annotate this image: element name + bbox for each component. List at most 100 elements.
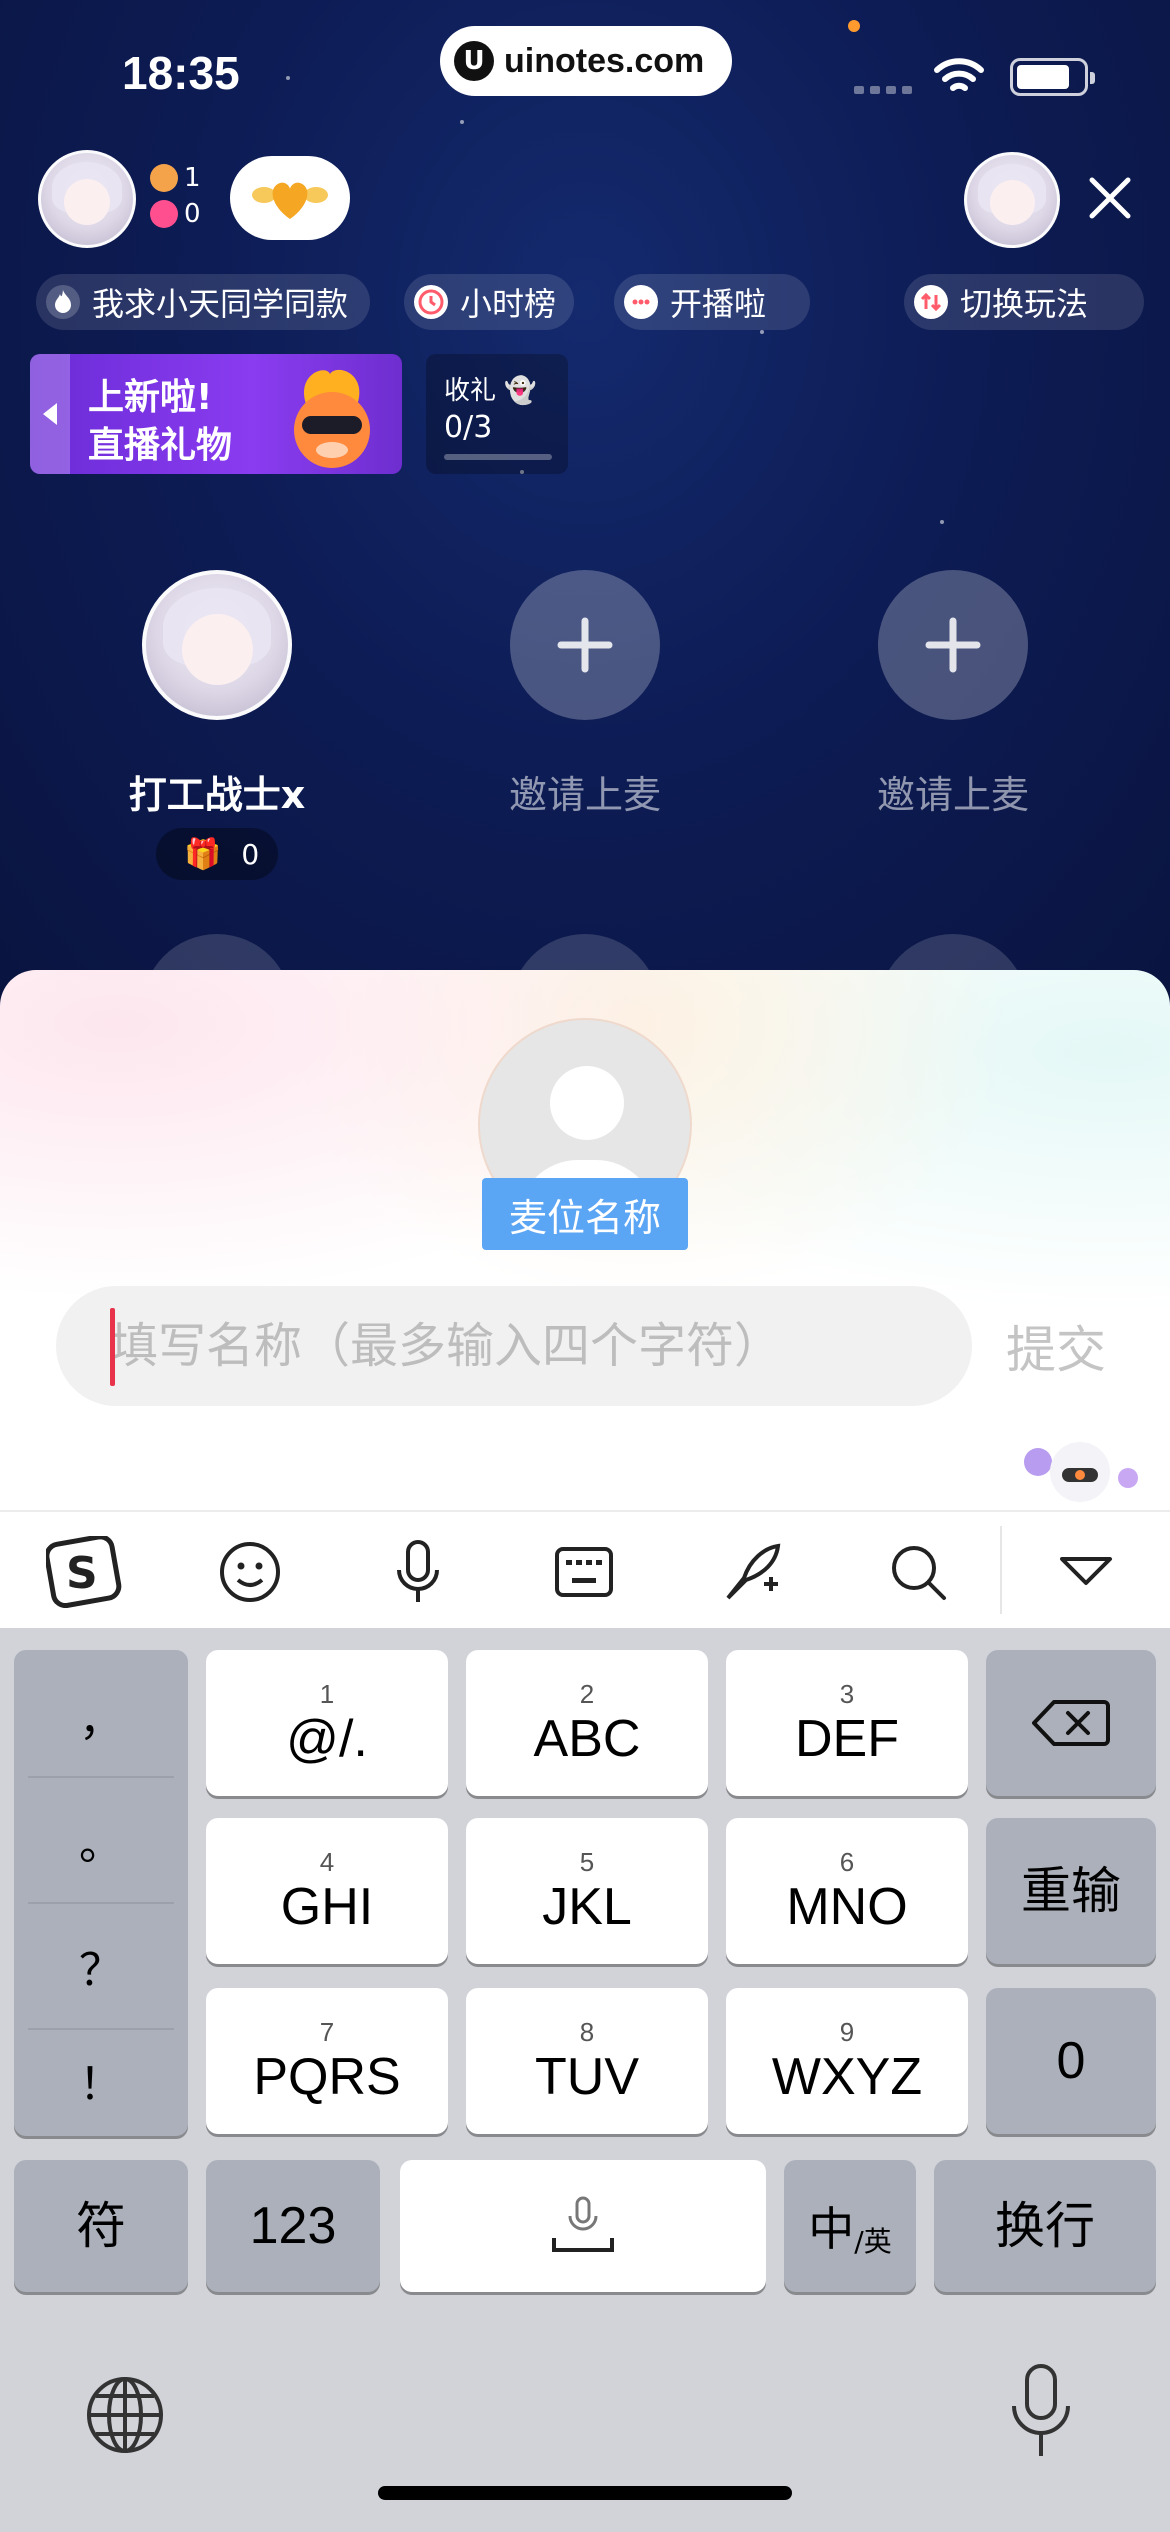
gift-icon: 🎁: [184, 836, 222, 872]
switch-mode-label: 切换玩法: [960, 285, 1089, 323]
seat-1-avatar[interactable]: [142, 570, 292, 720]
tag-went-live[interactable]: 开播啦: [614, 274, 810, 330]
seat-name-input[interactable]: [56, 1286, 972, 1406]
key-number: 6: [839, 1847, 855, 1877]
key-label: ABC: [533, 1710, 641, 1768]
voice-input-icon[interactable]: [380, 1534, 456, 1610]
like-count-value: 0: [184, 199, 201, 229]
sogou-logo-icon[interactable]: S: [46, 1534, 122, 1610]
key-label: @/.: [286, 1710, 368, 1768]
uinotes-logo-icon: U: [454, 41, 494, 81]
gift-task-card[interactable]: 收礼 👻 0/3: [426, 354, 568, 474]
key-label: 符: [76, 2197, 126, 2255]
punct-period-key[interactable]: 。: [14, 1780, 188, 1900]
switch-mode-button[interactable]: 切换玩法: [904, 274, 1144, 330]
like-count: 0: [150, 196, 201, 232]
heart-icon: [150, 200, 178, 228]
chevron-down-icon[interactable]: [1048, 1534, 1124, 1610]
handwriting-icon[interactable]: [714, 1534, 790, 1610]
divider: [28, 1902, 174, 1904]
support-heart-button[interactable]: [230, 156, 350, 240]
key-2[interactable]: 2 ABC: [466, 1650, 708, 1796]
audience-count: 1: [150, 160, 201, 196]
numbers-key[interactable]: 123: [206, 2160, 380, 2292]
collapse-arrow-icon[interactable]: [30, 354, 70, 474]
room-stats: 1 0: [150, 160, 201, 232]
seat-name-badge: 麦位名称: [482, 1178, 688, 1250]
punct-comma-key[interactable]: ，: [14, 1656, 188, 1776]
svg-text:S: S: [66, 1548, 98, 1599]
home-indicator: [378, 2486, 792, 2500]
key-number: 2: [579, 1679, 595, 1709]
key-number: 3: [839, 1679, 855, 1709]
key-label: JKL: [542, 1878, 632, 1936]
clock-icon: [414, 285, 448, 319]
viewer-avatar[interactable]: [964, 152, 1060, 248]
tag-hourly-rank-label: 小时榜: [460, 285, 557, 323]
host-avatar[interactable]: [38, 150, 136, 248]
punct-exclaim-key[interactable]: ！: [14, 2020, 188, 2140]
keyboard-switch-icon[interactable]: [546, 1534, 622, 1610]
status-time: 18:35: [122, 47, 240, 99]
key-label: WXYZ: [771, 2048, 923, 2106]
key-label: MNO: [786, 1878, 908, 1936]
winged-heart-icon: [252, 182, 328, 219]
submit-button[interactable]: 提交: [1006, 1310, 1106, 1382]
divider: [28, 1776, 174, 1778]
plus-icon: [557, 617, 613, 673]
key-9[interactable]: 9 WXYZ: [726, 1988, 968, 2134]
gift-task-progress-bar: [444, 454, 552, 460]
star-decoration: [940, 520, 944, 524]
space-key[interactable]: [400, 2160, 766, 2292]
key-label: 重输: [1021, 1862, 1121, 1920]
wifi-icon: [934, 58, 984, 91]
cellular-signal-icon: [854, 86, 912, 94]
t9-keyboard: ， 。 ？ ！ 1 @/. 2 ABC 3 DEF 4 GHI 5 JKL 6 …: [0, 1628, 1170, 2532]
key-3[interactable]: 3 DEF: [726, 1650, 968, 1796]
key-label: 换行: [995, 2197, 1095, 2255]
key-0[interactable]: 0: [986, 1988, 1156, 2134]
punct-question-key[interactable]: ？: [14, 1906, 188, 2026]
seat-name-sheet: 麦位名称 提交: [0, 970, 1170, 1510]
flame-mascot-icon: [294, 369, 370, 468]
gift-task-progress: 0/3: [444, 410, 493, 445]
promo-subtitle: 直播礼物: [88, 425, 233, 466]
newline-key[interactable]: 换行: [934, 2160, 1156, 2292]
invite-seat-2-button[interactable]: [510, 570, 660, 720]
key-6[interactable]: 6 MNO: [726, 1818, 968, 1964]
lang-sub-label: /英: [854, 2225, 892, 2258]
key-7[interactable]: 7 PQRS: [206, 1988, 448, 2134]
fire-icon: [46, 285, 80, 319]
lang-main-label: 中: [808, 2202, 855, 2256]
key-number: 7: [319, 2017, 335, 2047]
tag-hourly-rank[interactable]: 小时榜: [404, 274, 574, 330]
key-number: 9: [839, 2017, 855, 2047]
key-label: GHI: [280, 1878, 374, 1936]
key-label: DEF: [795, 1710, 899, 1768]
symbols-key[interactable]: 符: [14, 2160, 188, 2292]
tag-hot-topic[interactable]: 我求小天同学同款: [36, 274, 370, 330]
gift-task-title: 收礼 👻: [444, 376, 537, 406]
key-8[interactable]: 8 TUV: [466, 1988, 708, 2134]
punctuation-column[interactable]: ， 。 ？ ！: [14, 1650, 188, 2136]
key-number: 4: [319, 1847, 335, 1877]
dictation-mic-icon[interactable]: [1006, 2362, 1076, 2462]
star-decoration: [460, 120, 464, 124]
user-icon: [150, 164, 178, 192]
key-5[interactable]: 5 JKL: [466, 1818, 708, 1964]
key-4[interactable]: 4 GHI: [206, 1818, 448, 1964]
backspace-key[interactable]: [986, 1650, 1156, 1796]
emoji-icon[interactable]: [212, 1534, 288, 1610]
keyboard-mascot-icon[interactable]: [1016, 1432, 1146, 1506]
lang-switch-key[interactable]: 中 /英: [784, 2160, 916, 2292]
key-number: 1: [319, 1679, 335, 1709]
globe-icon[interactable]: [84, 2374, 166, 2456]
search-icon[interactable]: [880, 1534, 956, 1610]
close-icon[interactable]: [1080, 168, 1140, 228]
key-1[interactable]: 1 @/.: [206, 1650, 448, 1796]
new-gift-promo-banner[interactable]: 上新啦! 直播礼物: [30, 354, 402, 474]
invite-seat-3-button[interactable]: [878, 570, 1028, 720]
chat-icon: [624, 285, 658, 319]
reinput-key[interactable]: 重输: [986, 1818, 1156, 1964]
recording-indicator-icon: [848, 20, 860, 32]
